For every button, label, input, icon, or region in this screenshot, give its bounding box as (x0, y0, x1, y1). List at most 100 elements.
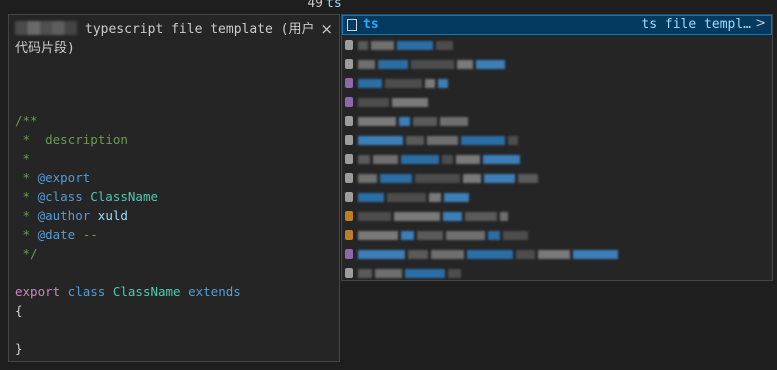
redacted-text (387, 193, 426, 202)
redacted-text (401, 231, 414, 240)
code-line: * @date -- (15, 227, 98, 242)
redacted-text (503, 231, 528, 240)
close-icon[interactable]: × (320, 20, 333, 38)
symbol-icon (345, 59, 353, 69)
snippet-icon (347, 19, 357, 31)
redacted-text (408, 250, 428, 259)
redacted-text (375, 269, 402, 278)
redacted-text (476, 60, 505, 69)
redacted-text (516, 250, 535, 259)
redacted-text (415, 174, 460, 183)
suggestion-item[interactable] (342, 55, 772, 74)
symbol-icon (345, 249, 353, 259)
suggestion-item-selected[interactable]: ts ts file templ… > (342, 15, 772, 35)
redacted-text (440, 117, 468, 126)
code-line: /** (15, 113, 38, 128)
suggestion-item[interactable] (342, 264, 772, 280)
redacted-text (385, 79, 422, 88)
redacted-text (358, 117, 396, 126)
redacted-text (427, 136, 458, 145)
redacted-text (448, 269, 461, 278)
code-line: } (15, 341, 23, 356)
code-line: */ (15, 246, 38, 261)
redacted-text (443, 212, 462, 221)
redacted-text (467, 250, 513, 259)
code-line: { (15, 303, 23, 318)
redacted-text (483, 155, 520, 164)
redacted-text (425, 79, 435, 88)
symbol-icon (345, 97, 353, 107)
symbol-icon (345, 230, 353, 240)
redacted-text (461, 136, 505, 145)
redacted-text (518, 174, 538, 183)
redacted-text (358, 212, 391, 221)
symbol-icon (345, 135, 353, 145)
redacted-text (401, 155, 439, 164)
suggestion-item[interactable] (342, 245, 772, 264)
suggestion-details-panel: typescript file template (用户代码片段) × /** … (8, 14, 340, 362)
symbol-icon (345, 78, 353, 88)
suggestion-label: ts (363, 17, 379, 32)
redacted-text (394, 212, 440, 221)
redacted-text (411, 60, 454, 69)
redacted-text (484, 174, 515, 183)
suggestion-item[interactable] (342, 93, 772, 112)
redacted-text (399, 117, 410, 126)
redacted-text (358, 136, 403, 145)
symbol-icon (345, 192, 353, 202)
suggestion-item[interactable] (342, 226, 772, 245)
redacted-text (371, 41, 394, 50)
line-number: 49 (307, 0, 323, 11)
code-line: * @export (15, 170, 91, 185)
suggestion-item[interactable] (342, 188, 772, 207)
suggestion-item[interactable] (342, 36, 772, 55)
redacted-text (358, 79, 382, 88)
symbol-icon (345, 173, 353, 183)
suggestion-item[interactable] (342, 169, 772, 188)
symbol-icon (345, 116, 353, 126)
suggestion-list[interactable]: ts ts file templ… > (341, 14, 773, 281)
suggestion-item[interactable] (342, 207, 772, 226)
symbol-icon (345, 268, 353, 278)
code-line: * description (15, 132, 128, 147)
redacted-text (417, 231, 443, 240)
symbol-icon (345, 211, 353, 221)
redacted-text (488, 231, 500, 240)
redacted-text (358, 174, 377, 183)
suggestion-item[interactable] (342, 74, 772, 93)
redacted-text (429, 193, 441, 202)
redacted-text (456, 155, 480, 164)
redacted-text (431, 250, 464, 259)
redacted-text (397, 41, 433, 50)
redacted-text (500, 212, 508, 221)
chevron-right-icon[interactable]: > (755, 16, 766, 31)
redacted-text (358, 193, 384, 202)
redacted-text (413, 117, 437, 126)
redacted-text (465, 212, 497, 221)
symbol-icon (345, 154, 353, 164)
redacted-text (436, 41, 453, 50)
redacted-text (358, 250, 405, 259)
suggestion-item[interactable] (342, 131, 772, 150)
redacted-text (463, 174, 481, 183)
code-line: * @author xuld (15, 208, 128, 223)
suggestion-item[interactable] (342, 150, 772, 169)
redacted-text (573, 250, 618, 259)
redacted-text (538, 250, 570, 259)
suggestion-item[interactable] (342, 112, 772, 131)
redacted-text (358, 155, 370, 164)
redacted-text (392, 98, 428, 107)
redacted-text (446, 231, 485, 240)
redacted-prefix (15, 21, 77, 35)
editor-typed-text[interactable]: ts (326, 0, 342, 11)
redacted-text (358, 60, 375, 69)
code-line: export class ClassName extends (15, 284, 241, 299)
redacted-text (380, 174, 412, 183)
code-line: * @class ClassName (15, 189, 158, 204)
redacted-text (358, 269, 372, 278)
redacted-text (378, 60, 408, 69)
redacted-text (457, 60, 473, 69)
redacted-text (438, 79, 448, 88)
